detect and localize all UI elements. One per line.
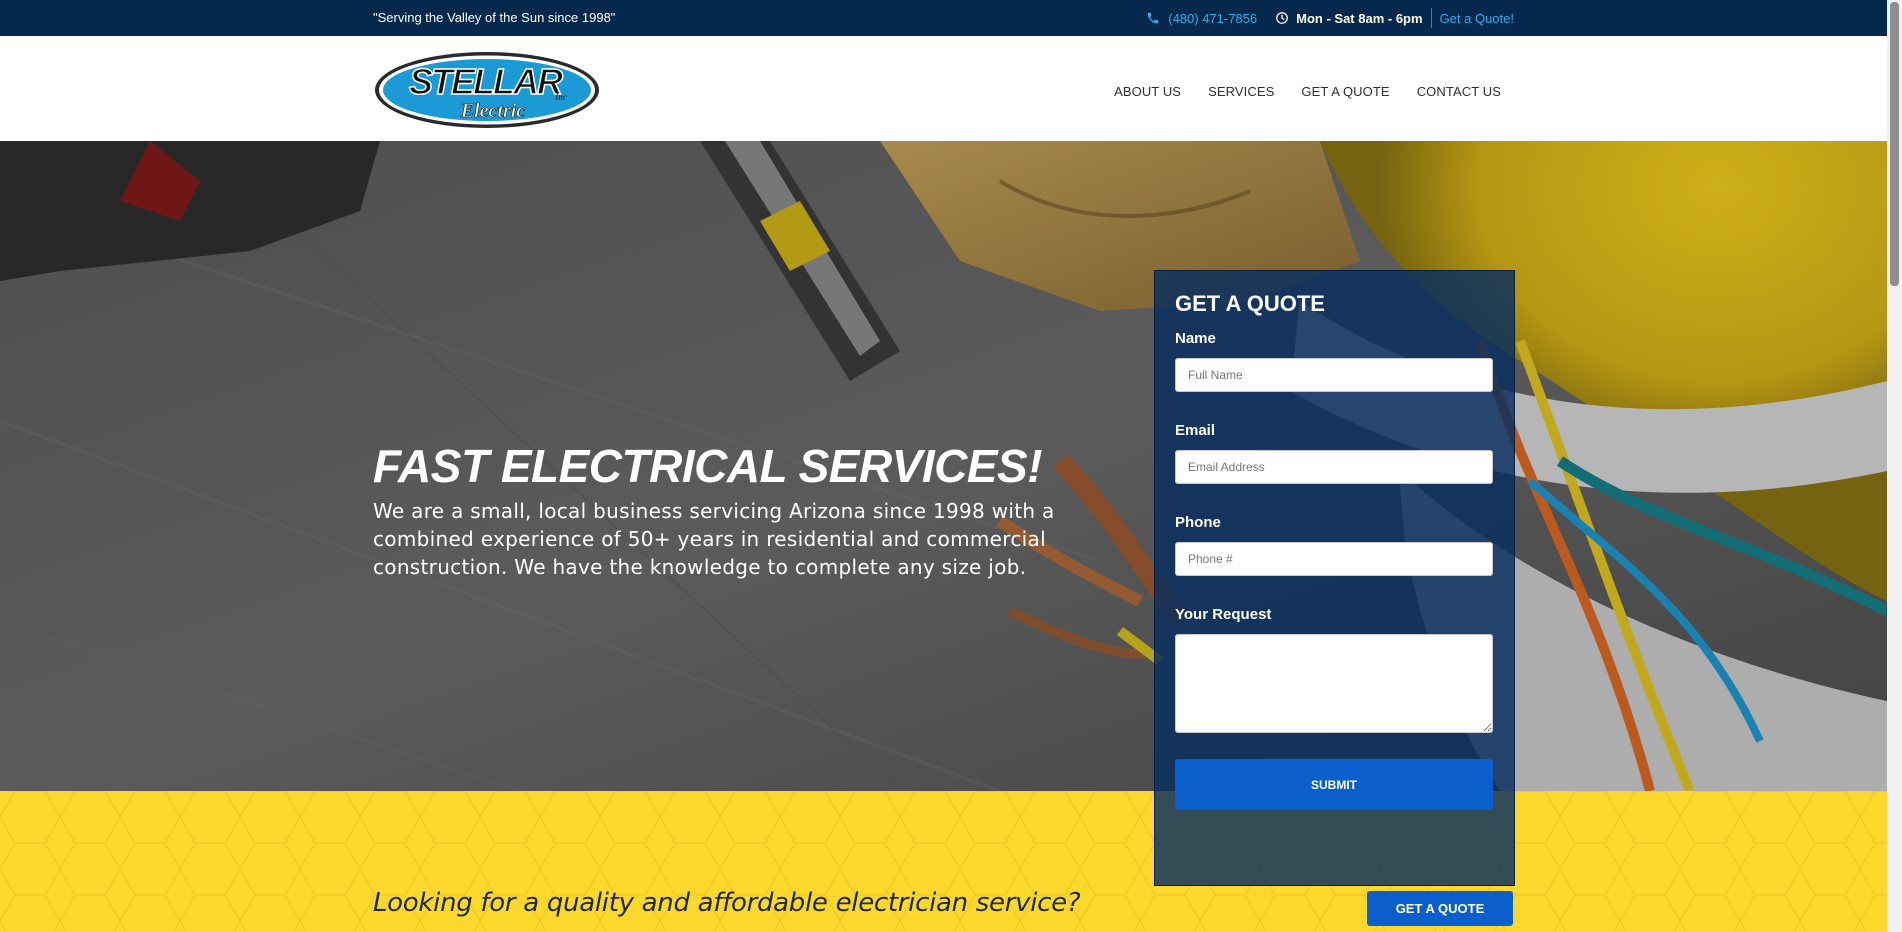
nav-contact-us[interactable]: CONTACT US	[1417, 84, 1501, 99]
phone-number[interactable]: (480) 471-7856	[1168, 11, 1257, 26]
logo[interactable]: STELLAR Inc Electric	[373, 50, 601, 135]
nav-about-us[interactable]: ABOUT US	[1114, 84, 1181, 99]
slogan: "Serving the Valley of the Sun since 199…	[373, 10, 616, 25]
hero-section: FAST ELECTRICAL SERVICES! We are a small…	[0, 141, 1887, 791]
top-contact: (480) 471-7856 Mon - Sat 8am - 6pm Get a…	[1146, 0, 1514, 36]
request-textarea[interactable]	[1175, 634, 1493, 733]
main-nav: ABOUT US SERVICES GET A QUOTE CONTACT US	[1114, 84, 1501, 99]
phone-icon	[1147, 12, 1159, 24]
quote-form-title: GET A QUOTE	[1175, 291, 1325, 316]
hero-title: FAST ELECTRICAL SERVICES!	[373, 440, 1043, 492]
email-label: Email	[1175, 422, 1216, 439]
get-quote-link[interactable]: Get a Quote!	[1440, 11, 1514, 26]
scrollbar-thumb[interactable]	[1890, 2, 1899, 286]
email-field[interactable]	[1175, 450, 1493, 484]
logo-subtitle: Electric	[460, 100, 526, 122]
divider	[1430, 8, 1432, 28]
top-bar: "Serving the Valley of the Sun since 199…	[0, 0, 1887, 36]
scrollbar[interactable]	[1887, 0, 1902, 932]
hero-description: We are a small, local business servicing…	[373, 499, 1055, 579]
logo-wordmark: STELLAR	[409, 61, 563, 102]
nav-get-a-quote[interactable]: GET A QUOTE	[1301, 84, 1389, 99]
request-label: Your Request	[1175, 606, 1272, 623]
nav-services[interactable]: SERVICES	[1208, 84, 1274, 99]
hours-text: Mon - Sat 8am - 6pm	[1296, 10, 1423, 26]
page: "Serving the Valley of the Sun since 199…	[0, 0, 1887, 932]
site-header: STELLAR Inc Electric ABOUT US SERVICES G…	[0, 36, 1887, 141]
get-quote-button[interactable]: GET A QUOTE	[1367, 891, 1513, 926]
logo-suffix: Inc	[554, 92, 567, 102]
phone-field[interactable]	[1175, 542, 1493, 576]
cta-band: Looking for a quality and affordable ele…	[0, 791, 1887, 932]
submit-button[interactable]: SUBMIT	[1175, 759, 1493, 810]
stellar-electric-logo: STELLAR Inc Electric	[375, 52, 599, 128]
cta-text: Looking for a quality and affordable ele…	[373, 888, 1081, 918]
clock-icon	[1276, 12, 1289, 24]
phone-label: Phone	[1175, 514, 1221, 531]
phone-link[interactable]: (480) 471-7856	[1146, 11, 1257, 26]
business-hours: Mon - Sat 8am - 6pm	[1275, 10, 1423, 26]
name-label: Name	[1175, 330, 1216, 347]
name-field[interactable]	[1175, 358, 1493, 392]
quote-form: GET A QUOTE Name Email Phone Your Reques…	[1154, 270, 1515, 886]
